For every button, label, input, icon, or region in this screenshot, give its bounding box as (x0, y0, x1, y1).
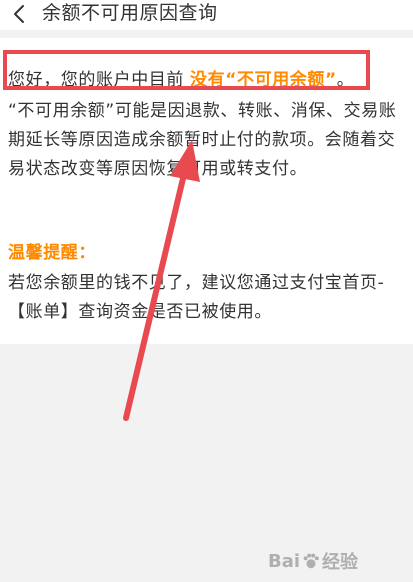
watermark-logo: Bai 经验 (268, 546, 408, 576)
status-suffix: 。 (336, 70, 355, 90)
navigation-bar: 余额不可用原因查询 (0, 0, 413, 30)
explanation-text: “不可用余额”可能是因退款、转账、消保、交易账期延长等原因造成余额暂时止付的款项… (8, 101, 397, 179)
page-title: 余额不可用原因查询 (42, 2, 218, 24)
status-prefix: 您好，您的账户中目前 (8, 70, 191, 90)
status-highlight: 没有“不可用余额” (190, 70, 337, 90)
tip-text: 若您余额里的钱不见了，建议您通过支付宝首页-【账单】查询资金是否已被使用。 (8, 273, 385, 322)
back-button[interactable] (6, 0, 32, 28)
balance-status-text: 您好，您的账户中目前 没有“不可用余额”。 (8, 66, 408, 95)
watermark-text-right: 经验 (322, 552, 359, 573)
chevron-left-icon (14, 5, 24, 23)
watermark-text-left: Bai (268, 550, 301, 572)
tip-title: 温馨提醒： (8, 243, 96, 263)
paw-icon (303, 553, 319, 569)
